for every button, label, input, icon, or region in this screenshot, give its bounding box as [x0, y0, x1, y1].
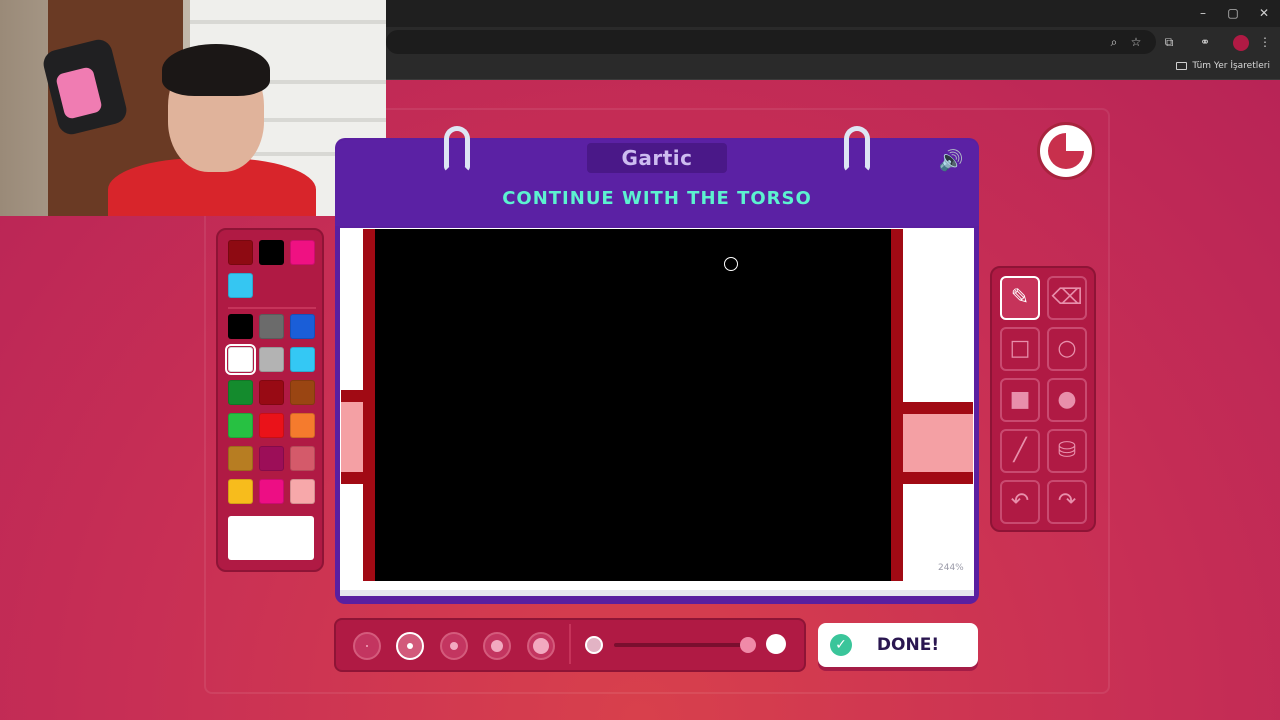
sound-icon[interactable]: 🔊	[936, 148, 966, 172]
color-palette	[216, 228, 324, 572]
address-bar[interactable]	[386, 30, 1156, 54]
color-swatch[interactable]	[259, 479, 284, 504]
color-swatch[interactable]	[290, 446, 315, 471]
folder-icon	[1176, 62, 1188, 70]
brush-size-2[interactable]	[396, 632, 424, 660]
instruction-text: CONTINUE WITH THE TORSO	[502, 188, 812, 209]
circle-filled-tool-button[interactable]: ●	[1047, 378, 1087, 422]
color-swatch[interactable]	[259, 347, 284, 372]
extensions-icon[interactable]: ⧉	[1161, 35, 1177, 51]
timer-icon	[1048, 133, 1084, 169]
done-button[interactable]: ✓ DONE!	[818, 623, 978, 667]
circle-filled-icon: ●	[1057, 387, 1077, 412]
rectangle-filled-tool-button[interactable]: ■	[1000, 378, 1040, 422]
current-color-preview	[228, 516, 314, 560]
menu-kebab-icon[interactable]: ⋮	[1257, 35, 1273, 51]
canvas-black-fill	[375, 229, 891, 581]
all-bookmarks-link[interactable]: Tüm Yer İşaretleri	[1176, 61, 1270, 71]
undo-icon: ↶	[1010, 489, 1030, 514]
round-timer	[1040, 125, 1092, 177]
fill-bucket-icon: ⛁	[1057, 438, 1077, 463]
color-swatch[interactable]	[290, 479, 315, 504]
color-swatch[interactable]	[225, 344, 256, 375]
redo-icon: ↷	[1057, 489, 1077, 514]
minimize-button[interactable]: –	[1193, 6, 1213, 20]
drawing-canvas[interactable]	[341, 229, 973, 581]
color-swatch[interactable]	[290, 380, 315, 405]
circle-outline-tool-button[interactable]: ○	[1047, 327, 1087, 371]
link-icon[interactable]: ⚭	[1197, 35, 1213, 51]
binder-ring-left	[444, 126, 470, 172]
brush-size-3[interactable]	[440, 632, 468, 660]
opacity-slider-handle[interactable]	[740, 637, 756, 653]
canvas-stroke	[363, 229, 375, 581]
rectangle-outline-icon: □	[1009, 336, 1031, 361]
recent-color-swatch[interactable]	[259, 240, 284, 265]
done-label: DONE!	[876, 635, 940, 655]
rectangle-filled-icon: ■	[1009, 387, 1031, 412]
restore-button[interactable]: ▢	[1223, 6, 1243, 20]
profile-avatar-icon[interactable]	[1233, 35, 1249, 51]
color-swatch[interactable]	[290, 314, 315, 339]
line-tool-button[interactable]: ╱	[1000, 429, 1040, 473]
color-swatch[interactable]	[259, 446, 284, 471]
color-swatch[interactable]	[290, 347, 315, 372]
webcam-overlay	[0, 0, 386, 216]
line-icon: ╱	[1013, 438, 1027, 463]
recent-color-swatch[interactable]	[290, 240, 315, 265]
fill-tool-button[interactable]: ⛁	[1047, 429, 1087, 473]
binder-ring-right	[844, 126, 870, 172]
color-swatch[interactable]	[228, 479, 253, 504]
color-swatch[interactable]	[228, 314, 253, 339]
rectangle-outline-tool-button[interactable]: □	[1000, 327, 1040, 371]
color-swatch[interactable]	[290, 413, 315, 438]
brush-size-5[interactable]	[527, 632, 555, 660]
all-bookmarks-label: Tüm Yer İşaretleri	[1192, 61, 1270, 71]
checkmark-icon: ✓	[830, 634, 852, 656]
pencil-icon: ✎	[1010, 285, 1030, 310]
undo-button[interactable]: ↶	[1000, 480, 1040, 524]
webcam-person-hair	[162, 44, 270, 96]
circle-outline-icon: ○	[1057, 336, 1077, 361]
opacity-slider[interactable]	[614, 643, 748, 647]
opacity-min-icon	[585, 636, 603, 654]
redo-button[interactable]: ↷	[1047, 480, 1087, 524]
color-swatch[interactable]	[228, 413, 253, 438]
gartic-logo: Gartic	[587, 143, 727, 173]
zoom-icon[interactable]: ⌕	[1106, 35, 1122, 51]
color-swatch[interactable]	[228, 446, 253, 471]
bookmark-star-icon[interactable]: ☆	[1128, 35, 1144, 51]
color-swatch[interactable]	[259, 380, 284, 405]
brush-size-4[interactable]	[483, 632, 511, 660]
color-swatch[interactable]	[259, 314, 284, 339]
color-swatch[interactable]	[259, 413, 284, 438]
brush-cursor	[724, 257, 738, 271]
tool-panel: ✎ ⌫ □ ○ ■ ● ╱ ⛁ ↶ ↷	[990, 266, 1096, 532]
color-swatch[interactable]	[228, 380, 253, 405]
palette-divider	[228, 307, 316, 309]
brush-size-1[interactable]	[353, 632, 381, 660]
recent-color-swatch[interactable]	[228, 273, 253, 298]
zoom-level: 244%	[938, 563, 964, 573]
pencil-tool-button[interactable]: ✎	[1000, 276, 1040, 320]
close-window-button[interactable]: ✕	[1254, 6, 1274, 20]
recent-color-swatch[interactable]	[228, 240, 253, 265]
opacity-max-icon	[766, 634, 786, 654]
eraser-icon: ⌫	[1051, 285, 1083, 310]
bar-divider	[569, 624, 571, 664]
eraser-tool-button[interactable]: ⌫	[1047, 276, 1087, 320]
